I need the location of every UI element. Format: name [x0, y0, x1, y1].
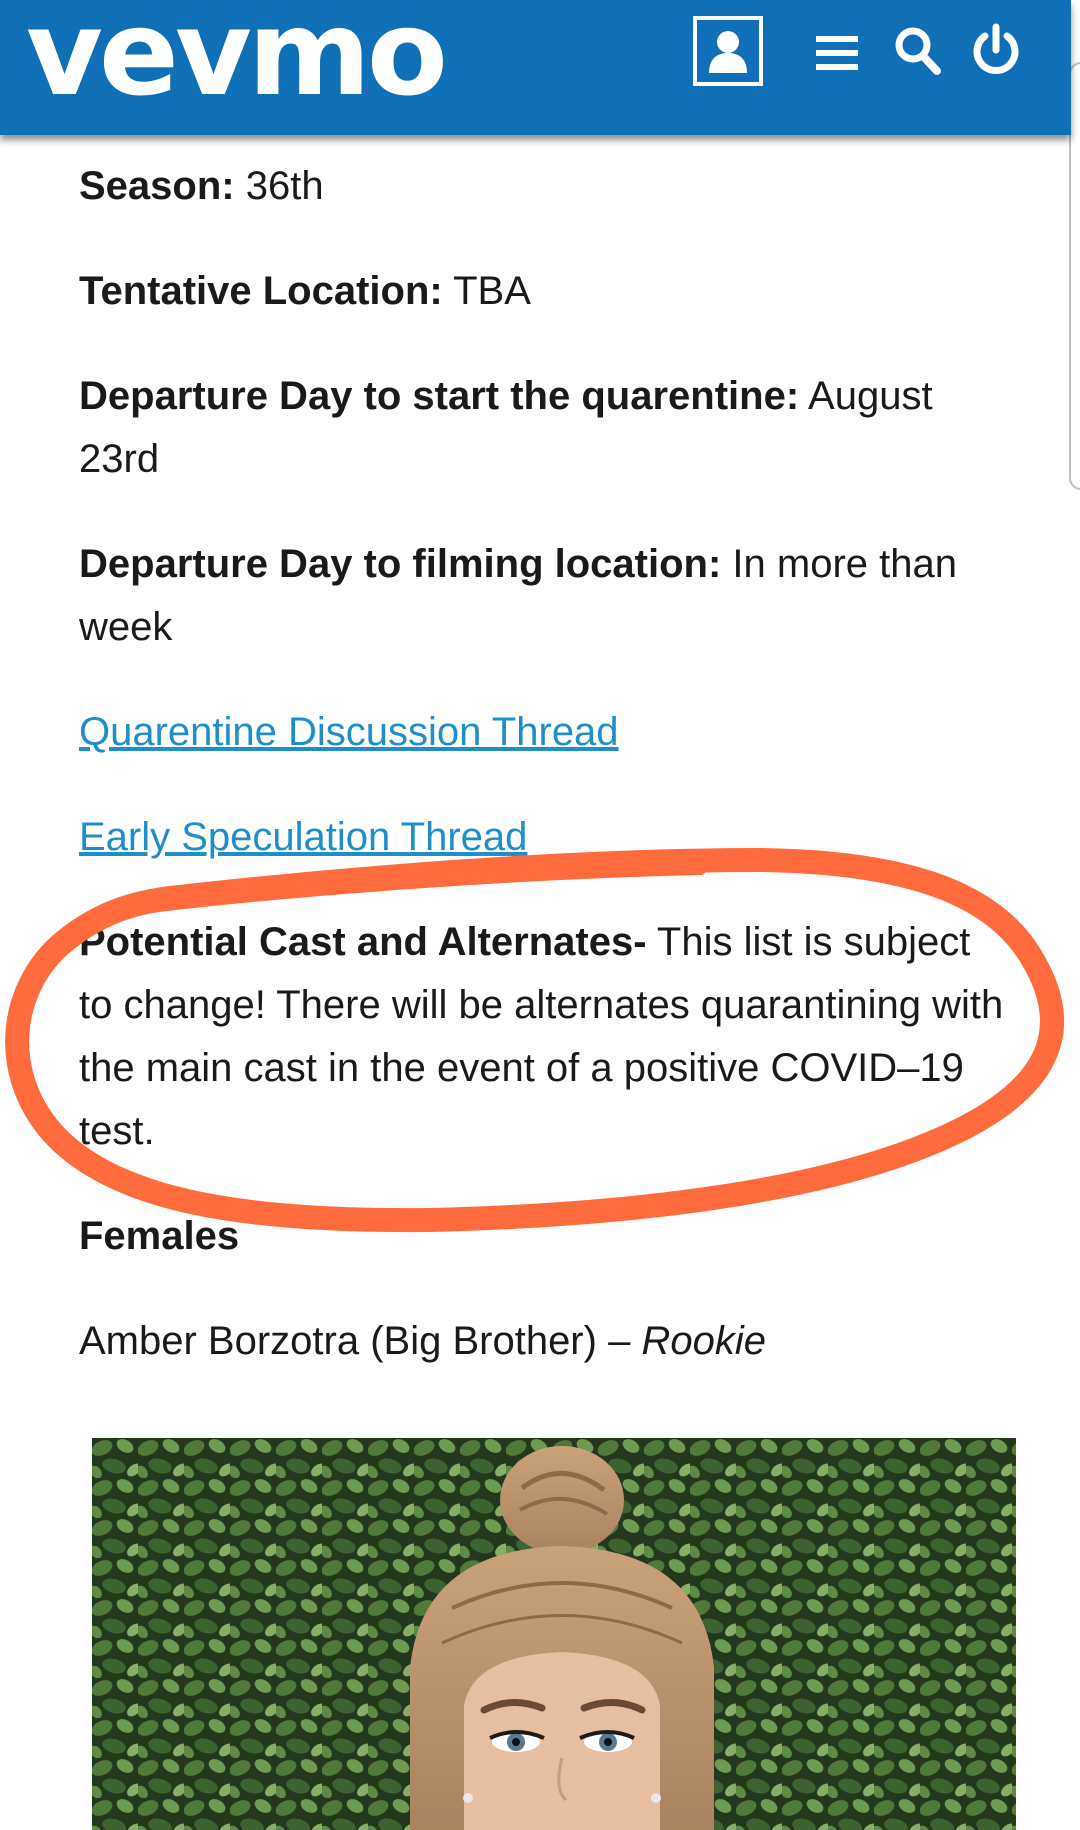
site-header: vevmo	[0, 0, 1071, 135]
site-logo[interactable]: vevmo	[26, 0, 448, 112]
females-heading-line: Females	[79, 1205, 1009, 1268]
cast-notice-label: Potential Cast and Alternates-	[79, 920, 647, 964]
quarantine-line: Departure Day to start the quarentine: A…	[79, 365, 1009, 491]
cast-notice: Potential Cast and Alternates- This list…	[79, 911, 1009, 1163]
quarantine-thread-link[interactable]: Quarentine Discussion Thread	[79, 710, 619, 754]
cast-entry: Amber Borzotra (Big Brother) – Rookie	[79, 1310, 1009, 1373]
quarantine-label: Departure Day to start the quarentine:	[79, 374, 800, 418]
power-icon[interactable]	[968, 22, 1024, 78]
quarantine-thread-line: Quarentine Discussion Thread	[79, 701, 1009, 764]
cast-entry-status: Rookie	[641, 1319, 766, 1363]
article-body: Season: 36th Tentative Location: TBA Dep…	[79, 155, 1009, 1415]
filming-label: Departure Day to filming location:	[79, 542, 722, 586]
location-line: Tentative Location: TBA	[79, 260, 1009, 323]
location-label: Tentative Location:	[79, 269, 443, 313]
season-value: 36th	[245, 164, 324, 208]
females-heading: Females	[79, 1214, 240, 1258]
cast-entry-name: Amber Borzotra (Big Brother) –	[79, 1319, 631, 1363]
season-line: Season: 36th	[79, 155, 1009, 218]
filming-line: Departure Day to filming location: In mo…	[79, 533, 1009, 659]
speculation-thread-link[interactable]: Early Speculation Thread	[79, 815, 527, 859]
cast-photo	[92, 1438, 1016, 1830]
search-icon[interactable]	[893, 25, 943, 77]
location-value: TBA	[453, 269, 531, 313]
season-label: Season:	[79, 164, 235, 208]
profile-icon[interactable]	[692, 15, 764, 87]
speculation-thread-line: Early Speculation Thread	[79, 806, 1009, 869]
menu-icon[interactable]	[812, 30, 862, 76]
